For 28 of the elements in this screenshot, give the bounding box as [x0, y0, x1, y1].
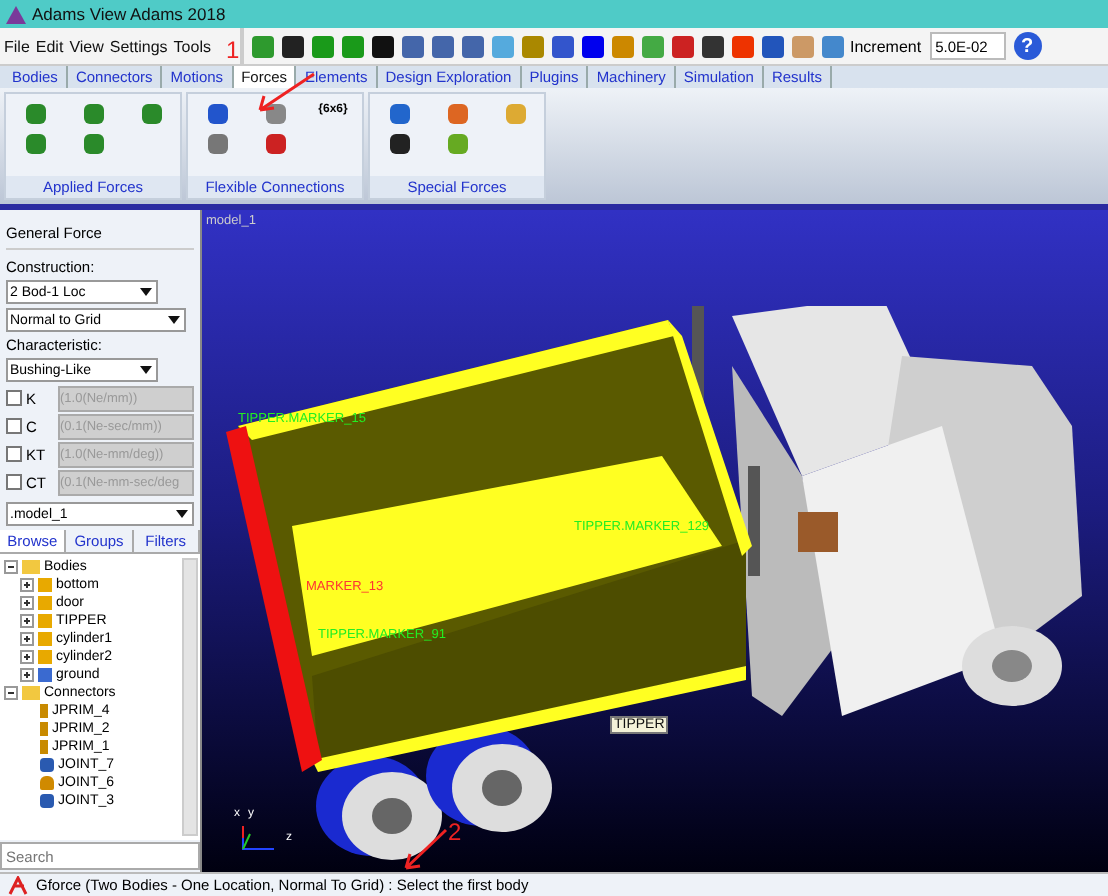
collapse-icon[interactable]	[4, 560, 18, 574]
menu-item[interactable]: View	[69, 37, 104, 55]
annotation-arrow	[400, 828, 448, 872]
menu-item[interactable]: Settings	[109, 37, 168, 55]
annotation-number: 1	[226, 38, 240, 62]
square-icon[interactable]	[582, 35, 604, 57]
axis-triad-icon	[242, 826, 274, 850]
force-icon	[8, 875, 28, 895]
caret-icon	[140, 366, 152, 374]
collapse-icon[interactable]	[4, 686, 18, 700]
expand-icon[interactable]	[20, 578, 34, 592]
expand-icon[interactable]	[20, 632, 34, 646]
window-title: Adams View Adams 2018	[32, 4, 226, 24]
expand-icon[interactable]	[20, 596, 34, 610]
help-button[interactable]: ?	[1013, 32, 1042, 60]
menu-item[interactable]: Tools	[173, 37, 211, 55]
annotation-number: 2	[448, 820, 462, 844]
expand-icon[interactable]	[20, 650, 34, 664]
menu-item[interactable]: File	[4, 37, 30, 55]
app-logo-icon	[6, 5, 26, 23]
caret-icon	[176, 510, 188, 518]
scrollbar[interactable]	[182, 558, 198, 837]
expand-icon[interactable]	[20, 668, 34, 682]
expand-icon[interactable]	[20, 614, 34, 628]
menu-item[interactable]: Edit	[35, 37, 64, 55]
caret-icon	[168, 316, 180, 324]
caret-icon	[140, 288, 152, 296]
increment-label: Increment	[850, 37, 922, 55]
